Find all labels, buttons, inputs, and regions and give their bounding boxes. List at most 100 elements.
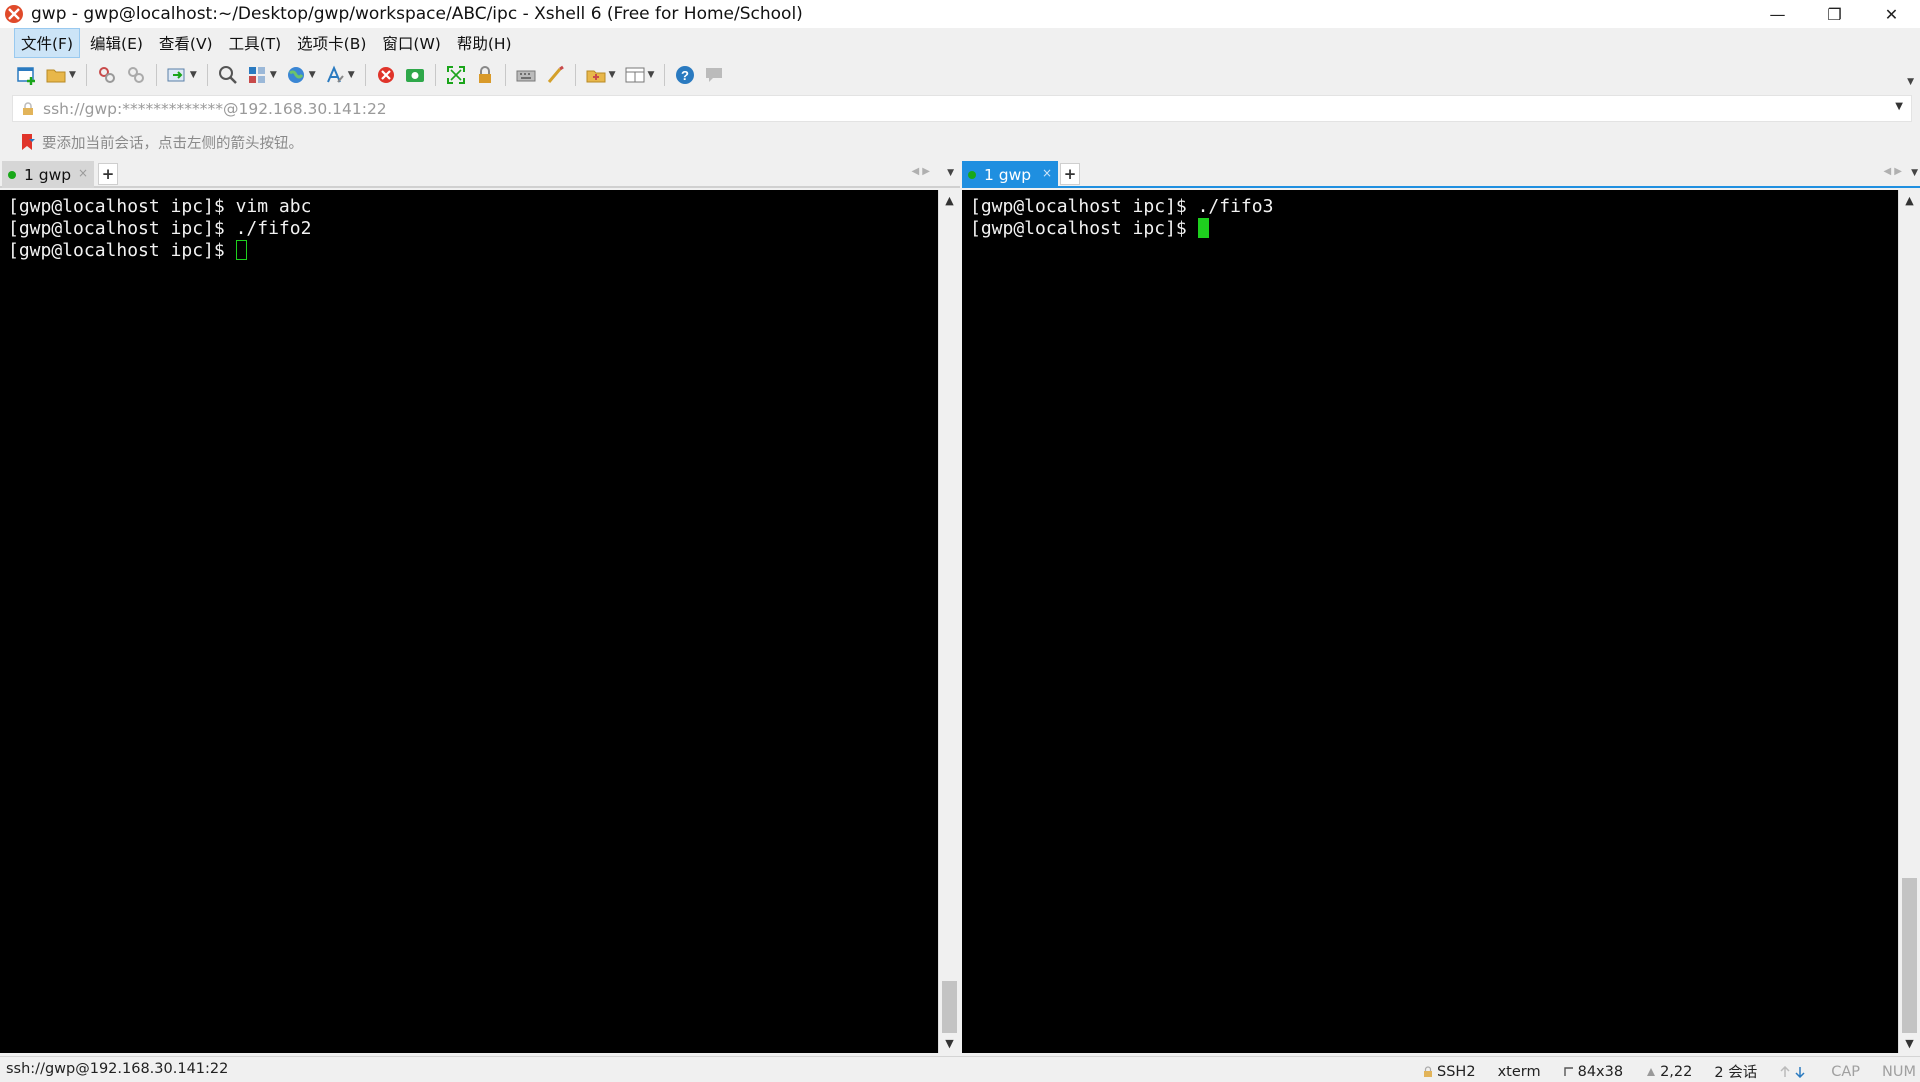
close-button[interactable]: ✕ — [1863, 0, 1920, 28]
status-sessions[interactable]: 2 会话 — [1714, 1061, 1757, 1082]
add-tab-button[interactable]: + — [1060, 163, 1080, 185]
script-button[interactable] — [542, 62, 568, 88]
compose-icon — [586, 70, 606, 83]
terminal-right[interactable]: [gwp@localhost ipc]$ ./fifo3 [gwp@localh… — [962, 190, 1898, 1053]
open-folder-icon — [46, 69, 66, 83]
close-tab-icon[interactable]: × — [1042, 166, 1052, 180]
left-scrollbar[interactable]: ▲ ▼ — [938, 190, 960, 1053]
toolbar-separator — [364, 64, 366, 86]
terminal-line: [gwp@localhost ipc]$ ./fifo2 — [8, 218, 312, 239]
window-controls: — ❐ ✕ — [1749, 0, 1920, 28]
transfer-button[interactable] — [164, 62, 190, 88]
lock-icon — [1424, 1065, 1433, 1077]
menu-tab[interactable]: 选项卡(B) — [291, 29, 372, 57]
chat-icon — [706, 68, 723, 82]
status-bar: ssh://gwp@192.168.30.141:22 SSH2 xterm 8… — [0, 1056, 1920, 1082]
tab-list-dropdown-icon[interactable]: ▼ — [947, 168, 954, 178]
compose-button[interactable] — [583, 62, 609, 88]
menu-bar: 文件(F) 编辑(E) 查看(V) 工具(T) 选项卡(B) 窗口(W) 帮助(… — [0, 28, 1920, 58]
terminal-left[interactable]: [gwp@localhost ipc]$ vim abc [gwp@localh… — [0, 190, 938, 1053]
status-protocol: SSH2 — [1422, 1064, 1476, 1080]
right-scrollbar[interactable]: ▲ ▼ — [1898, 190, 1920, 1053]
help-button[interactable]: ? — [672, 62, 698, 88]
chevron-down-icon[interactable]: ▼ — [309, 70, 316, 80]
find-icon — [218, 66, 237, 84]
scroll-down-icon[interactable]: ▼ — [939, 1033, 960, 1053]
tile-button[interactable] — [622, 62, 648, 88]
reconnect-button[interactable] — [94, 62, 120, 88]
right-pane: 1 gwp × + ◀ ▶ ▼ [gwp@localhost ipc]$ ./f… — [962, 160, 1920, 1053]
lock-icon — [23, 101, 33, 115]
fullscreen-button[interactable] — [443, 62, 469, 88]
layout-button[interactable] — [244, 62, 270, 88]
connection-status-icon — [8, 170, 16, 179]
chevron-down-icon[interactable]: ▼ — [348, 70, 355, 80]
disconnect-button[interactable] — [123, 62, 149, 88]
status-terminal-type: xterm — [1497, 1063, 1541, 1080]
svg-text:?: ? — [681, 68, 689, 83]
right-tab-strip: 1 gwp × + ◀ ▶ ▼ — [962, 160, 1920, 188]
menu-help[interactable]: 帮助(H) — [451, 29, 518, 57]
new-session-button[interactable] — [14, 62, 40, 88]
xftp-icon — [405, 69, 424, 82]
tab-scroll-arrows-icon[interactable]: ◀ ▶ — [911, 166, 930, 177]
toolbar-separator — [504, 64, 506, 86]
menu-view[interactable]: 查看(V) — [153, 29, 219, 57]
download-icon — [1795, 1066, 1805, 1078]
xftp-button[interactable] — [402, 62, 428, 88]
scroll-up-icon[interactable]: ▲ — [939, 190, 960, 210]
minimize-button[interactable]: — — [1749, 0, 1806, 28]
terminal-prompt: [gwp@localhost ipc]$ — [970, 218, 1198, 239]
chat-button[interactable] — [701, 62, 727, 88]
script-icon — [547, 65, 564, 83]
globe-button[interactable] — [283, 62, 309, 88]
chevron-down-icon[interactable]: ▼ — [648, 70, 655, 80]
chevron-down-icon[interactable]: ▼ — [1895, 101, 1903, 112]
terminal-prompt: [gwp@localhost ipc]$ — [8, 240, 236, 261]
add-tab-button[interactable]: + — [98, 163, 118, 185]
address-text[interactable]: ssh://gwp:*************@192.168.30.141:2… — [43, 100, 387, 118]
status-protocol-text: SSH2 — [1437, 1063, 1476, 1080]
window-title: gwp - gwp@localhost:~/Desktop/gwp/worksp… — [31, 4, 803, 24]
status-caps-lock: CAP — [1831, 1063, 1861, 1080]
bookmark-icon[interactable] — [20, 133, 36, 151]
connection-status-icon — [968, 170, 976, 179]
keyboard-button[interactable] — [513, 62, 539, 88]
tab-session-right[interactable]: 1 gwp × — [962, 161, 1058, 188]
chevron-down-icon[interactable]: ▼ — [69, 70, 76, 80]
scrollbar-thumb[interactable] — [1902, 878, 1917, 1033]
xshell-button[interactable] — [373, 62, 399, 88]
chevron-down-icon[interactable]: ▼ — [270, 70, 277, 80]
terminal-line: [gwp@localhost ipc]$ — [970, 218, 1898, 240]
menu-tools[interactable]: 工具(T) — [223, 29, 288, 57]
scrollbar-thumb[interactable] — [942, 981, 957, 1033]
layout-icon — [248, 67, 265, 83]
status-size-text: 84x38 — [1577, 1063, 1624, 1080]
terminal-cursor — [235, 240, 247, 260]
menu-file[interactable]: 文件(F) — [14, 28, 81, 58]
open-session-button[interactable] — [43, 62, 69, 88]
font-button[interactable] — [322, 62, 348, 88]
chevron-down-icon[interactable]: ▼ — [609, 70, 616, 80]
hint-text: 要添加当前会话，点击左侧的箭头按钮。 — [42, 135, 303, 152]
tab-list-dropdown-icon[interactable]: ▼ — [1911, 168, 1918, 178]
toolbar-separator — [664, 64, 666, 86]
menu-window[interactable]: 窗口(W) — [376, 29, 446, 57]
chevron-down-icon[interactable]: ▼ — [190, 70, 197, 80]
status-position-text: 2,22 — [1660, 1063, 1693, 1080]
menu-edit[interactable]: 编辑(E) — [84, 29, 149, 57]
status-size: 84x38 — [1563, 1064, 1623, 1080]
tab-session-left[interactable]: 1 gwp × — [2, 161, 94, 188]
find-button[interactable] — [215, 62, 241, 88]
scroll-down-icon[interactable]: ▼ — [1899, 1033, 1920, 1053]
lock-button[interactable] — [472, 62, 498, 88]
close-tab-icon[interactable]: × — [78, 166, 88, 180]
reconnect-icon — [98, 67, 115, 83]
restore-button[interactable]: ❐ — [1806, 0, 1863, 28]
toolbar-overflow-icon[interactable]: ▼ — [1907, 77, 1914, 87]
tab-scroll-arrows-icon[interactable]: ◀ ▶ — [1883, 166, 1902, 177]
scroll-up-icon[interactable]: ▲ — [1899, 190, 1920, 210]
xshell-icon — [377, 67, 394, 83]
toolbar: ▼ ▼ ▼ ▼ ▼ ▼ ▼ ? ▼ — [0, 59, 1920, 91]
address-bar[interactable]: ssh://gwp:*************@192.168.30.141:2… — [12, 95, 1912, 122]
